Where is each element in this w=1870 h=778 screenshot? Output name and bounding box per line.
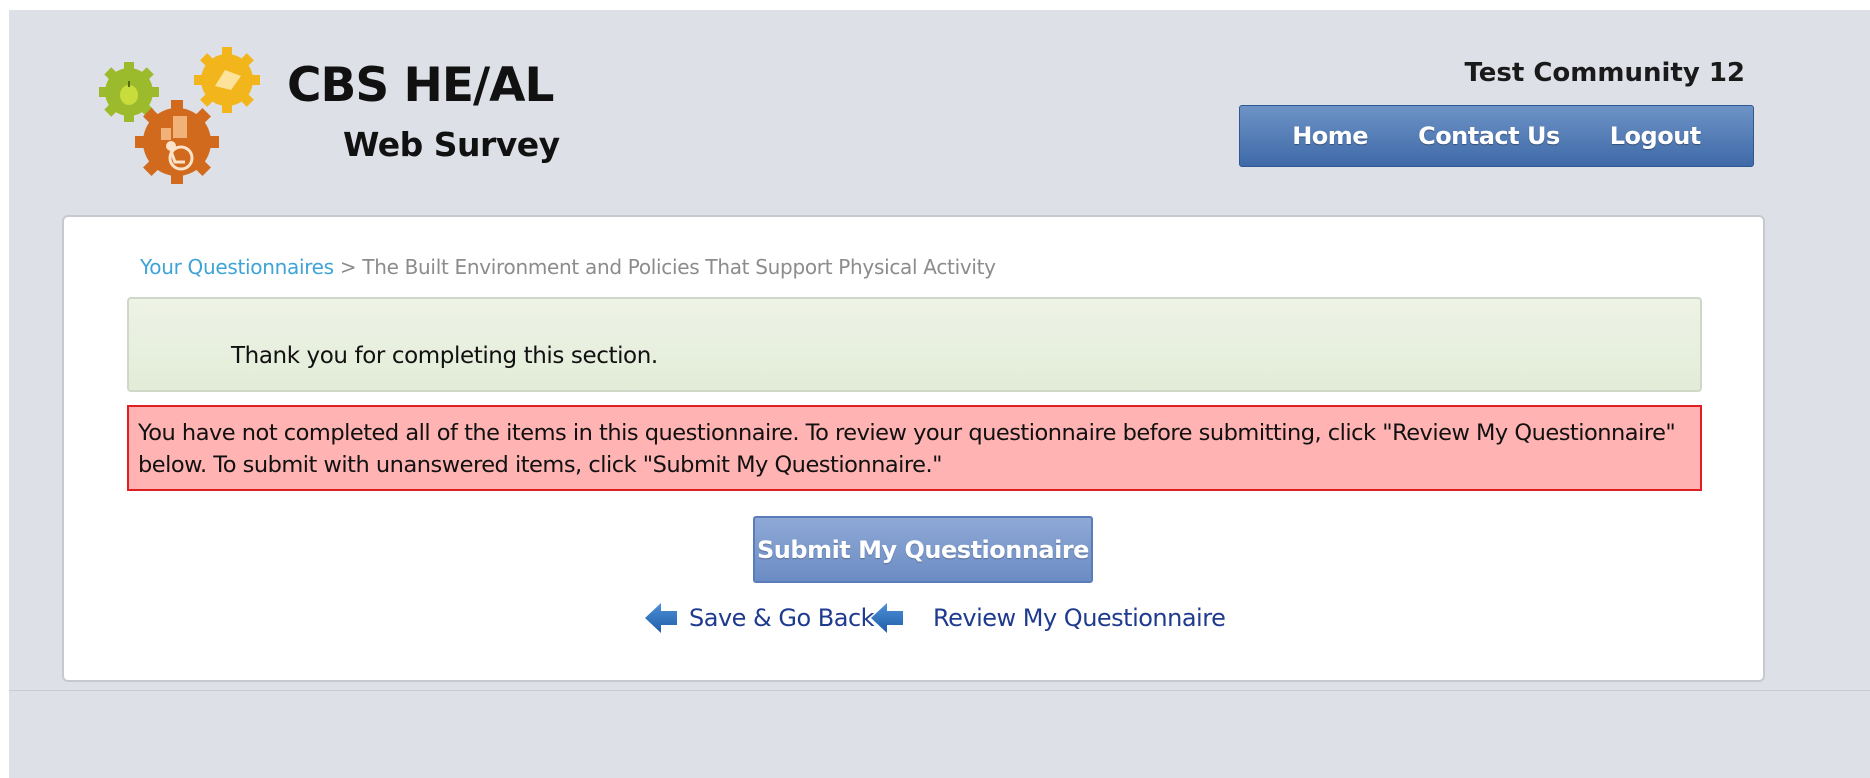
breadcrumb-separator: > [339,255,357,279]
logo-subtitle: Web Survey [343,125,560,164]
back-arrow-icon [643,600,679,636]
nav-contact-us-link[interactable]: Contact Us [1418,122,1560,150]
nav-logout-link[interactable]: Logout [1610,122,1702,150]
footer-divider [9,690,1870,691]
breadcrumb-current: The Built Environment and Policies That … [362,255,996,279]
community-name: Test Community 12 [1464,58,1745,88]
error-message: You have not completed all of the items … [138,420,1676,478]
page-background: CBS HE/AL Web Survey Test Community 12 H… [9,10,1870,778]
review-questionnaire-link[interactable]: Review My Questionnaire [869,600,1226,636]
nav-home-link[interactable]: Home [1292,122,1368,150]
breadcrumb-questionnaires-link[interactable]: Your Questionnaires [140,255,334,279]
secondary-actions: Save & Go Back Review My Questionnaire [64,600,1763,640]
breadcrumb: Your Questionnaires > The Built Environmen… [140,255,996,279]
submit-questionnaire-button[interactable]: Submit My Questionnaire [753,516,1093,583]
success-message: Thank you for completing this section. [231,343,658,369]
success-message-box: Thank you for completing this section. [127,297,1702,392]
review-questionnaire-label: Review My Questionnaire [933,604,1226,632]
error-message-box: You have not completed all of the items … [127,405,1702,491]
content-panel: Your Questionnaires > The Built Environmen… [62,215,1765,682]
logo-icon [97,44,267,184]
save-go-back-label: Save & Go Back [689,604,875,632]
main-nav: Home Contact Us Logout [1239,105,1754,167]
back-arrow-icon [869,600,905,636]
logo-title: CBS HE/AL [287,58,554,113]
save-go-back-link[interactable]: Save & Go Back [643,600,875,636]
